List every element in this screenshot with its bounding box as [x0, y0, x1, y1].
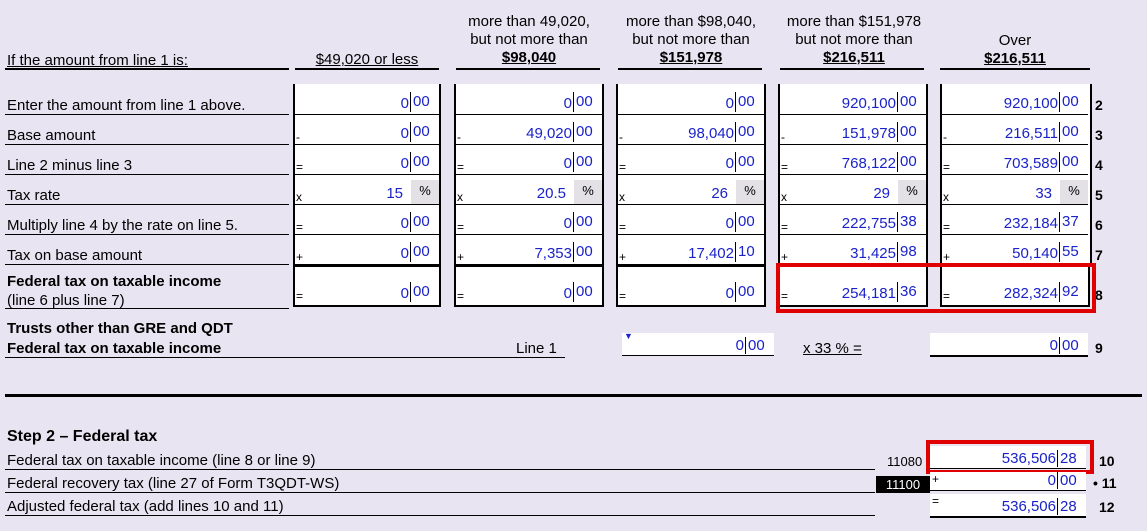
c2-line6[interactable]: = 0 00	[456, 210, 602, 235]
c2-line2[interactable]: 0 00	[456, 90, 602, 115]
c3-line4[interactable]: = 0 00	[618, 150, 764, 175]
highlight-line10	[926, 440, 1094, 474]
c3-line7[interactable]: +17,402 10	[618, 240, 764, 265]
col2-header: more than 49,020, but not more than $98,04…	[468, 13, 590, 66]
line12-label: Adjusted federal tax (add lines 10 and 1…	[7, 498, 284, 515]
line-num-6: 6	[1095, 217, 1103, 233]
c4-line4[interactable]: = 768,122 00	[780, 150, 926, 175]
c3-line8: = 0 00	[616, 265, 766, 307]
line12-value: = 536,506 28	[930, 494, 1086, 518]
c3-line6[interactable]: = 0 00	[618, 210, 764, 235]
highlight-line8	[776, 263, 1096, 313]
line-num-10: 10	[1099, 453, 1115, 469]
line-num-5: 5	[1095, 187, 1103, 203]
col3-header: more than $98,040, but not more than $151,…	[625, 13, 757, 66]
line-num-4: 4	[1095, 157, 1103, 173]
trusts-line1-label: Line 1	[516, 340, 557, 357]
c3-line3[interactable]: -98,040 00	[618, 120, 764, 145]
line-num-3: 3	[1095, 127, 1103, 143]
dropdown-arrow-icon[interactable]: ▼	[624, 331, 633, 341]
row6-label: Multiply line 4 by the rate on line 5.	[7, 217, 238, 234]
c1-line5[interactable]: x 15%	[295, 180, 439, 205]
line-num-9: 9	[1095, 340, 1103, 356]
intro-label: If the amount from line 1 is:	[7, 52, 188, 69]
line-num-2: 2	[1095, 97, 1103, 113]
line11-code: 11100	[876, 476, 930, 493]
line-num-8: 8	[1095, 287, 1103, 303]
line10-code: 11080	[887, 454, 923, 469]
row8-label: Federal tax on taxable income	[7, 273, 222, 290]
c5-line5[interactable]: x 33%	[942, 180, 1088, 205]
c1-line8: = 0 00	[293, 265, 441, 307]
c2-line4[interactable]: = 0 00	[456, 150, 602, 175]
c1-line4[interactable]: = 0 00	[295, 150, 439, 175]
trusts-sublabel: Federal tax on taxable income	[7, 340, 222, 357]
c2-line7[interactable]: +7,353 00	[456, 240, 602, 265]
c4-line5[interactable]: x 29%	[780, 180, 926, 205]
c4-line6[interactable]: = 222,755 38	[780, 210, 926, 235]
c4-line7[interactable]: +31,425 98	[780, 240, 926, 265]
c3-line5[interactable]: x 26%	[618, 180, 764, 205]
trusts-label: Trusts other than GRE and QDT	[7, 320, 233, 337]
c2-line8: = 0 00	[454, 265, 604, 307]
c2-line5[interactable]: x 20.5%	[456, 180, 602, 205]
row5-label: Tax rate	[7, 187, 61, 204]
c5-line7[interactable]: +50,140 55	[942, 240, 1088, 265]
c5-line3[interactable]: -216,511 00	[942, 120, 1088, 145]
row3-label: Base amount	[7, 127, 96, 144]
trusts-multiplier: x 33 % =	[803, 340, 862, 357]
c5-line2[interactable]: 920,100 00	[942, 90, 1088, 115]
line10-label: Federal tax on taxable income (line 8 or…	[7, 452, 316, 469]
c5-line6[interactable]: = 232,184 37	[942, 210, 1088, 235]
c3-line2[interactable]: 0 00	[618, 90, 764, 115]
trusts-input[interactable]: ▼ 0 00	[622, 331, 774, 356]
c1-line6[interactable]: = 0 00	[295, 210, 439, 235]
step2-title: Step 2 – Federal tax	[7, 428, 158, 445]
row8-sublabel: (line 6 plus line 7)	[7, 292, 125, 309]
c2-line3[interactable]: -49,020 00	[456, 120, 602, 145]
col4-header: more than $151,978 but not more than $216,…	[786, 13, 922, 66]
line11-value[interactable]: +0 00	[930, 472, 1086, 491]
c4-line2[interactable]: 920,100 00	[780, 90, 926, 115]
c1-line7[interactable]: +0 00	[295, 240, 439, 265]
line-num-11: • 11	[1093, 475, 1117, 491]
row7-label: Tax on base amount	[7, 247, 143, 264]
line-num-7: 7	[1095, 247, 1103, 263]
col1-header: $49,020 or less	[315, 51, 419, 68]
line-num-12: 12	[1099, 499, 1115, 515]
col5-header: Over $216,511	[984, 32, 1046, 67]
section-divider	[5, 394, 1142, 397]
c1-line2[interactable]: 0 00	[295, 90, 439, 115]
row4-label: Line 2 minus line 3	[7, 157, 133, 174]
row2-label: Enter the amount from line 1 above.	[7, 97, 246, 114]
line11-label: Federal recovery tax (line 27 of Form T3…	[7, 475, 340, 492]
c5-line4[interactable]: = 703,589 00	[942, 150, 1088, 175]
c1-line3[interactable]: -0 00	[295, 120, 439, 145]
c4-line3[interactable]: -151,978 00	[780, 120, 926, 145]
trusts-result: 0 00	[930, 333, 1088, 357]
